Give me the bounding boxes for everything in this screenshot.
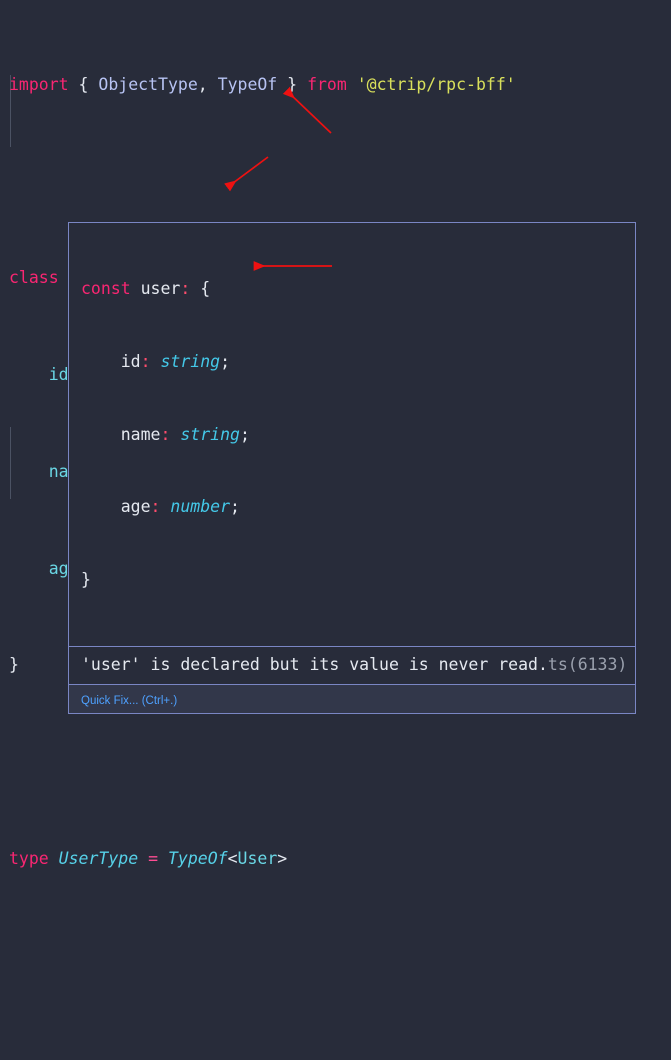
tooltip-token-key-id: id <box>81 352 141 371</box>
tooltip-line-name: name: string; <box>69 423 635 447</box>
token-angle-open: < <box>228 849 238 868</box>
token-class-close-brace: } <box>9 655 19 674</box>
code-line-blank-3 <box>0 944 671 968</box>
tooltip-token-key-age: age <box>81 497 151 516</box>
diagnostic-code: ts(6133) <box>548 655 627 674</box>
tooltip-token-key-name: name <box>81 425 160 444</box>
tooltip-token-semi-id: ; <box>220 352 230 371</box>
tooltip-token-open: { <box>190 279 210 298</box>
tooltip-line-id: id: string; <box>69 350 635 374</box>
tooltip-token-close: } <box>81 570 91 589</box>
token-import-keyword: import <box>9 75 69 94</box>
tooltip-token-colon-name: : <box>160 425 170 444</box>
code-line-import: import { ObjectType, TypeOf } from '@ctr… <box>0 73 671 97</box>
code-line-blank-2 <box>0 750 671 774</box>
token-from-keyword: from <box>307 75 347 94</box>
token-equals-4: = <box>148 849 158 868</box>
tooltip-token-name: user <box>131 279 181 298</box>
token-import-objecttype: ObjectType <box>98 75 197 94</box>
code-line-blank-1 <box>0 169 671 193</box>
token-angle-close: > <box>277 849 287 868</box>
tooltip-token-type-name: string <box>170 425 240 444</box>
diagnostic-text: 'user' is declared but its value is neve… <box>81 655 548 674</box>
token-brace-open: { <box>69 75 99 94</box>
token-typeof-generic: TypeOf <box>158 849 228 868</box>
token-class-keyword: class <box>9 268 59 287</box>
quick-fix-link[interactable]: Quick Fix... (Ctrl+.) <box>81 695 177 707</box>
tooltip-token-colon: : <box>180 279 190 298</box>
hover-tooltip[interactable]: const user: { id: string; name: string; … <box>68 222 636 714</box>
tooltip-token-type-age: number <box>160 497 230 516</box>
code-editor[interactable]: import { ObjectType, TypeOf } from '@ctr… <box>0 0 671 530</box>
tooltip-diagnostic-message: 'user' is declared but its value is neve… <box>69 647 635 683</box>
tooltip-signature: const user: { id: string; name: string; … <box>69 223 635 646</box>
token-brace-close: } <box>277 75 307 94</box>
token-generic-arg: User <box>238 849 278 868</box>
tooltip-line-const: const user: { <box>69 277 635 301</box>
tooltip-line-age: age: number; <box>69 495 635 519</box>
tooltip-token-semi-age: ; <box>230 497 240 516</box>
tooltip-token-colon-id: : <box>141 352 151 371</box>
tooltip-token-colon-age: : <box>151 497 161 516</box>
code-line-type-alias: type UserType = TypeOf<User> <box>0 847 671 871</box>
tooltip-token-semi-name: ; <box>240 425 250 444</box>
token-import-typeof: TypeOf <box>218 75 278 94</box>
code-line-blank-4 <box>0 1016 671 1040</box>
tooltip-token-const: const <box>81 279 131 298</box>
token-type-keyword: type <box>9 849 49 868</box>
token-module-string: '@ctrip/rpc-bff' <box>347 75 516 94</box>
tooltip-line-close: } <box>69 568 635 592</box>
tooltip-token-type-id: string <box>151 352 221 371</box>
tooltip-actions-bar[interactable]: Quick Fix... (Ctrl+.) <box>69 685 635 713</box>
token-comma: , <box>198 75 218 94</box>
token-alias-name: UserType <box>49 849 148 868</box>
